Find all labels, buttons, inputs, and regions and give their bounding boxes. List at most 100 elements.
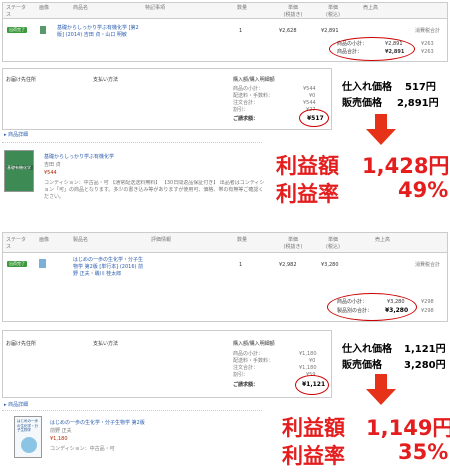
header-notes: 特記事項 [145, 5, 166, 11]
book-cover: はじめの一歩の生化学・分子生物学 [14, 416, 42, 458]
item-description: コンディション：中古品・可 【通常配送送料無料】 【30日間返品保証付き】 出品… [44, 180, 265, 200]
header-product: 商品名 [73, 5, 89, 11]
unit-price-in: ¥3,280 [321, 262, 339, 268]
breakdown-label-2: 注文合計： [233, 100, 259, 106]
purchase-price-label: 仕入れ価格 [342, 82, 392, 93]
header-image: 画像 [39, 237, 50, 243]
sales-tax-note: 消費税合計 [415, 262, 441, 268]
payment-label: 支払い方法 [93, 341, 119, 347]
sales-subtotal-tax: ¥263 [421, 41, 434, 47]
breakdown-value-0: ¥1,180 [299, 351, 317, 357]
book-cover-title: はじめの一歩の生化学・分子生物学 [17, 419, 38, 432]
divider [2, 142, 262, 143]
item-author: 前野 正夫 [50, 428, 72, 434]
profit-label: 利益額 [276, 154, 339, 178]
sale-price-value: 3,280円 [404, 360, 446, 371]
product-title-link[interactable]: はじめの一歩の生化学・分子生物学 第2版 [単行本] (2016) 前野 正夫・… [73, 257, 147, 278]
profit-value: 1,149円 [366, 416, 450, 440]
sale-price-value: 2,891円 [397, 98, 439, 109]
breakdown-value-0: ¥544 [303, 86, 316, 92]
unit-price-in: ¥2,891 [321, 28, 339, 34]
header-qty: 数量 [237, 237, 248, 243]
header-status: ステータス [6, 5, 27, 18]
header-price-in: 単価 (税込) [326, 5, 340, 18]
header-qty: 数量 [237, 5, 248, 11]
item-price: ¥544 [44, 170, 57, 176]
payment-panel-2: お届け先住所 支払い方法 購入額/購入明細額 商品の小計： ¥1,180 配送料… [2, 330, 332, 398]
book-cover: 基礎有機化学 [4, 150, 34, 192]
breakdown-label-3: 割引： [233, 107, 249, 113]
profit-label: 利益額 [282, 416, 345, 440]
sale-price-label: 販売価格 [342, 360, 382, 371]
profit-value: 1,428円 [362, 154, 450, 178]
total-label: ご請求額： [233, 382, 259, 388]
item-title-link[interactable]: はじめの一歩の生化学・分子生物学 第2版 [50, 420, 145, 427]
breakdown-value-1: ¥0 [309, 93, 316, 99]
header-price-ex: 単価 (税抜き) [283, 237, 303, 250]
down-arrow-1 [366, 114, 396, 146]
product-thumbnail[interactable] [40, 26, 46, 34]
breakdown-label-1: 配送料・手数料： [233, 93, 274, 99]
sales-tax-note: 消費税合計 [415, 28, 441, 34]
rate-value: 49% [398, 178, 449, 202]
item-author: 吉田 貞 [44, 162, 61, 168]
breakdown-label-0: 商品の小計： [233, 86, 264, 92]
divider [2, 410, 262, 411]
product-thumbnail[interactable] [39, 259, 46, 268]
order-panel-2: ステータス 画像 製品名 評価情報 数量 単価 (税抜き) 単価 (税込) 売上… [2, 232, 448, 322]
purchase-price-label: 仕入れ価格 [342, 344, 392, 355]
breakdown-label-1: 配送料・手数料： [233, 358, 274, 364]
item-title-link[interactable]: 基礎からしっかり学ぶ有機化学 [44, 154, 114, 161]
quantity-value: 1 [239, 262, 243, 268]
breakdown-label-2: 注文合計： [233, 365, 259, 371]
book-cover-title: 基礎有機化学 [7, 165, 33, 170]
total-label: ご請求額： [233, 116, 259, 122]
address-label: お届け先住所 [6, 77, 37, 83]
header-status: ステータス [6, 237, 27, 250]
header-product: 製品名 [73, 237, 89, 243]
payment-label: 支払い方法 [93, 77, 119, 83]
status-badge: 出荷完了 [7, 27, 27, 33]
sales-highlight-ellipse [329, 37, 415, 61]
breakdown-label-0: 商品の小計： [233, 351, 264, 357]
more-link[interactable]: ▸ 商品詳細 [4, 132, 28, 139]
sales-subtotal-tax: ¥298 [421, 299, 434, 305]
sales-total-tax: ¥298 [421, 308, 434, 314]
order-panel-1: ステータス 画像 商品名 特記事項 数量 単価 (税抜き) 単価 (税込) 売上… [2, 2, 448, 62]
sale-price-label: 販売価格 [342, 98, 382, 109]
status-badge: 出荷完了 [7, 261, 27, 267]
breakdown-value-2: ¥544 [303, 100, 316, 106]
book-cover-art [21, 437, 37, 453]
header-rating: 評価情報 [151, 237, 172, 243]
breakdown-title: 購入額/購入明細額 [233, 77, 275, 83]
header-sales: 売上高 [363, 5, 379, 11]
down-arrow-2 [366, 374, 396, 406]
sales-total-tax: ¥263 [421, 49, 434, 55]
item-description: コンディション：中古品・可 [50, 446, 115, 452]
breakdown-label-3: 割引： [233, 372, 249, 378]
total-highlight-ellipse [295, 375, 329, 395]
address-label: お届け先住所 [6, 341, 37, 347]
breakdown-value-1: ¥0 [309, 358, 316, 364]
rate-value: 35% [398, 440, 449, 464]
item-price: ¥1,180 [50, 436, 68, 442]
header-price-ex: 単価 (税抜き) [283, 5, 303, 18]
more-link[interactable]: ▸ 商品詳細 [4, 402, 28, 409]
breakdown-title: 購入額/購入明細額 [233, 341, 275, 347]
purchase-price-value: 1,121円 [404, 344, 446, 355]
rate-label: 利益率 [282, 444, 345, 468]
total-highlight-ellipse [299, 109, 329, 127]
header-price-in: 単価 (税込) [326, 237, 340, 250]
quantity-value: 1 [239, 28, 243, 34]
purchase-price-value: 517円 [405, 82, 436, 93]
payment-panel-1: お届け先住所 支払い方法 購入額/購入明細額 商品の小計： ¥544 配送料・手… [2, 68, 332, 130]
header-image: 画像 [39, 5, 50, 11]
header-sales: 売上高 [375, 237, 391, 243]
unit-price-ex: ¥2,628 [279, 28, 297, 34]
product-title-link[interactable]: 基礎からしっかり学ぶ有機化学 [第2版] (2014) 吉田 貞・山口 明敏 [57, 25, 139, 39]
sales-highlight-ellipse [327, 293, 417, 321]
table-header-1 [3, 3, 447, 19]
rate-label: 利益率 [276, 182, 339, 206]
breakdown-value-2: ¥1,180 [299, 365, 317, 371]
unit-price-ex: ¥2,982 [279, 262, 297, 268]
